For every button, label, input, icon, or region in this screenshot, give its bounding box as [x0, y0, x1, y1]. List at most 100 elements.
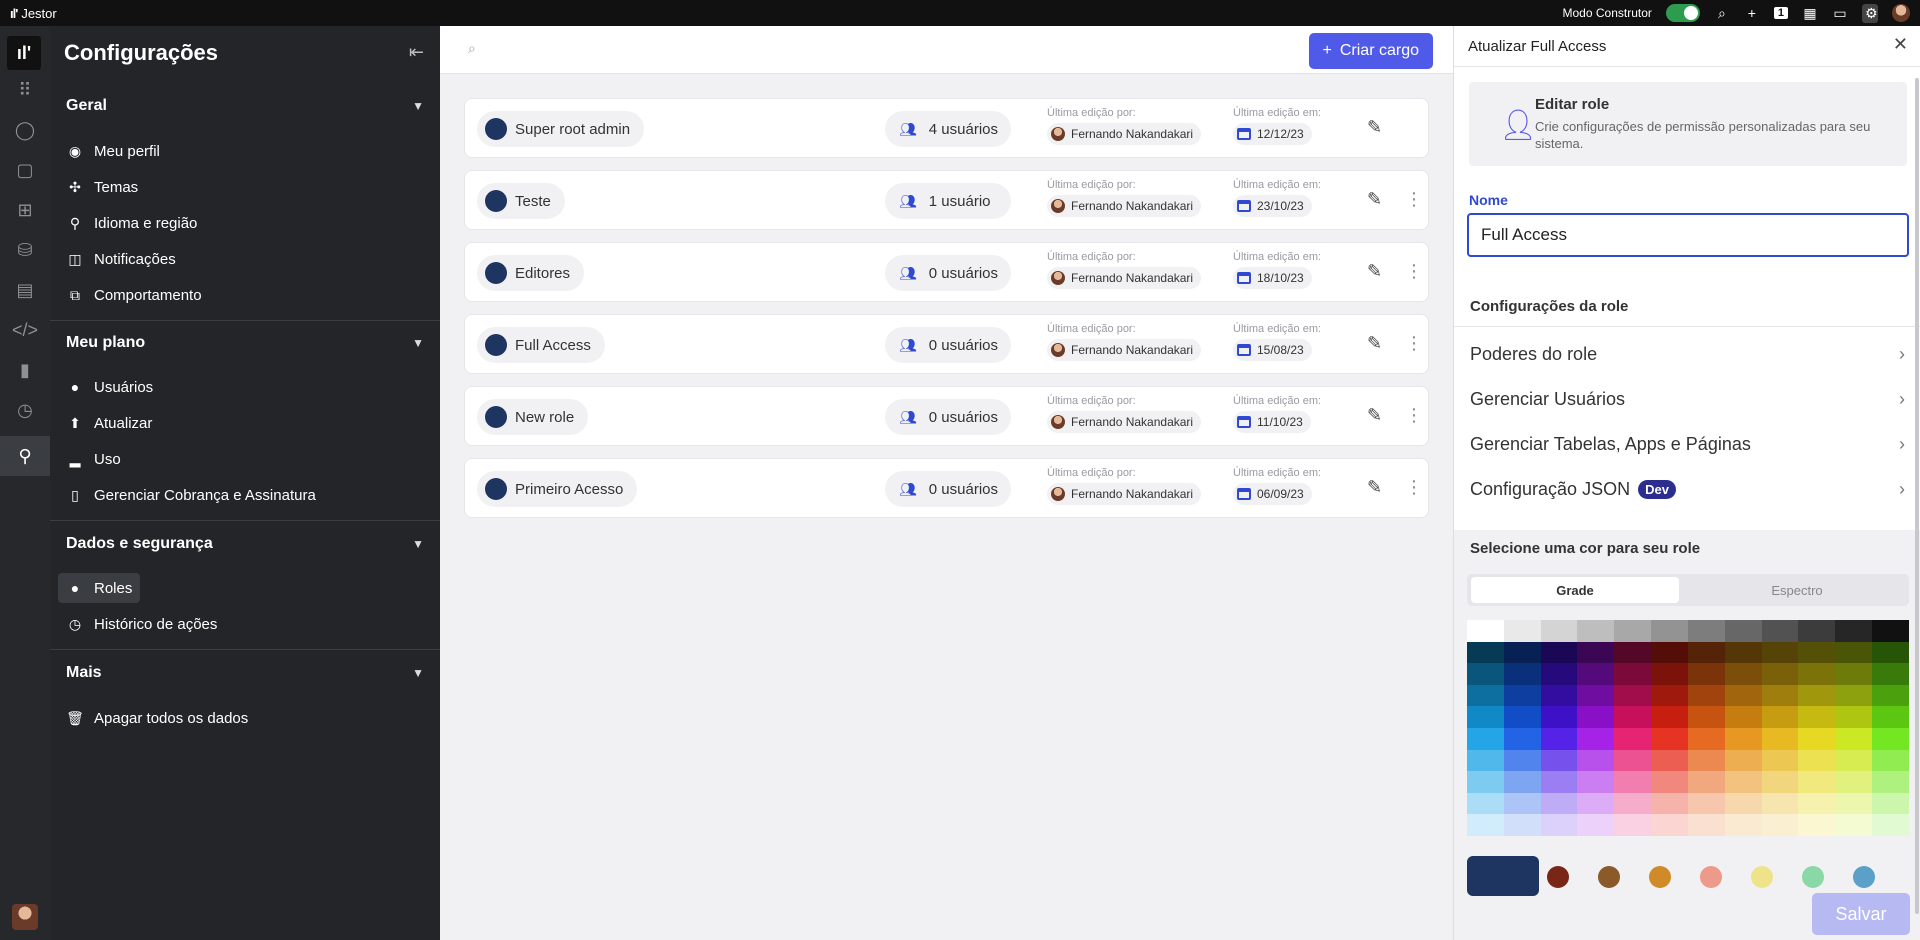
role-name-pill[interactable]: Primeiro Acesso: [477, 471, 638, 507]
role-card[interactable]: Teste 👥︎ 1 usuário Última edição por: Fe…: [464, 170, 1429, 230]
chat-icon[interactable]: ▭: [1832, 5, 1848, 22]
color-cell[interactable]: [1467, 641, 1504, 664]
user-avatar[interactable]: [1892, 4, 1910, 22]
color-cell[interactable]: [1577, 771, 1615, 793]
color-cell[interactable]: [1761, 814, 1799, 836]
color-cell[interactable]: [1651, 749, 1688, 772]
color-cell[interactable]: [1798, 706, 1836, 728]
color-cell[interactable]: [1761, 728, 1799, 750]
color-cell[interactable]: [1798, 814, 1836, 836]
search-bar[interactable]: ⌕ + Criar cargo: [440, 26, 1453, 74]
color-cell[interactable]: [1577, 620, 1615, 642]
notifications-count-badge[interactable]: 1: [1773, 7, 1788, 19]
workspace-logo[interactable]: ıl': [7, 36, 41, 70]
color-cell[interactable]: [1651, 684, 1688, 707]
role-card[interactable]: Editores 👥︎ 0 usuários Última edição por…: [464, 242, 1429, 302]
chat-icon[interactable]: ▢: [0, 150, 50, 190]
more-options-icon[interactable]: ⋮: [1405, 189, 1423, 210]
color-cell[interactable]: [1724, 728, 1762, 750]
color-cell[interactable]: [1835, 792, 1873, 815]
tasks-check-icon[interactable]: ◯: [0, 110, 50, 150]
color-cell[interactable]: [1761, 706, 1799, 728]
menu-item-usuarios[interactable]: ● Usuários: [58, 372, 161, 402]
section-meu-plano[interactable]: Meu plano ▼: [50, 325, 440, 361]
menu-item-roles[interactable]: ● Roles: [58, 573, 141, 603]
color-cell[interactable]: [1761, 792, 1799, 815]
color-cell[interactable]: [1798, 771, 1836, 793]
color-cell[interactable]: [1798, 641, 1836, 664]
color-cell[interactable]: [1614, 641, 1652, 664]
color-cell[interactable]: [1540, 728, 1578, 750]
menu-item-idioma[interactable]: ⚲ Idioma e região: [58, 208, 205, 238]
color-cell[interactable]: [1724, 792, 1762, 815]
color-swatch[interactable]: [1751, 866, 1773, 888]
code-icon[interactable]: </>: [0, 310, 50, 350]
color-cell[interactable]: [1835, 620, 1873, 642]
role-card[interactable]: New role 👥︎ 0 usuários Última edição por…: [464, 386, 1429, 446]
color-cell[interactable]: [1761, 771, 1799, 793]
color-cell[interactable]: [1503, 749, 1541, 772]
flow-icon[interactable]: ⊞: [0, 190, 50, 230]
brand[interactable]: ıl' Jestor: [10, 6, 57, 21]
color-cell[interactable]: [1835, 771, 1873, 793]
color-cell[interactable]: [1467, 684, 1504, 707]
color-cell[interactable]: [1835, 663, 1873, 685]
more-options-icon[interactable]: ⋮: [1405, 405, 1423, 426]
color-cell[interactable]: [1577, 728, 1615, 750]
color-cell[interactable]: [1540, 641, 1578, 664]
color-cell[interactable]: [1872, 792, 1909, 815]
color-cell[interactable]: [1798, 684, 1836, 707]
role-users-pill[interactable]: 👥︎ 0 usuários: [885, 255, 1011, 291]
color-cell[interactable]: [1577, 684, 1615, 707]
role-name-input[interactable]: [1467, 213, 1909, 257]
color-cell[interactable]: [1540, 749, 1578, 772]
color-cell[interactable]: [1724, 771, 1762, 793]
more-options-icon[interactable]: ⋮: [1405, 261, 1423, 282]
role-users-pill[interactable]: 👥︎ 4 usuários: [885, 111, 1011, 147]
color-cell[interactable]: [1577, 792, 1615, 815]
color-cell[interactable]: [1503, 620, 1541, 642]
color-cell[interactable]: [1614, 814, 1652, 836]
color-cell[interactable]: [1467, 814, 1504, 836]
color-cell[interactable]: [1614, 728, 1652, 750]
color-cell[interactable]: [1761, 749, 1799, 772]
color-cell[interactable]: [1761, 684, 1799, 707]
config-row-usuarios[interactable]: Gerenciar Usuários ›: [1454, 377, 1920, 422]
dashboard-icon[interactable]: ⠿: [0, 70, 50, 110]
edit-pencil-icon[interactable]: ✎: [1367, 261, 1382, 282]
color-cell[interactable]: [1687, 641, 1725, 664]
color-cell[interactable]: [1651, 620, 1688, 642]
color-cell[interactable]: [1724, 814, 1762, 836]
color-cell[interactable]: [1503, 728, 1541, 750]
color-cell[interactable]: [1503, 771, 1541, 793]
color-cell[interactable]: [1503, 641, 1541, 664]
role-card[interactable]: Primeiro Acesso 👥︎ 0 usuários Última edi…: [464, 458, 1429, 518]
color-cell[interactable]: [1577, 663, 1615, 685]
menu-item-cobranca[interactable]: ▯ Gerenciar Cobrança e Assinatura: [58, 480, 324, 510]
search-icon[interactable]: ⌕: [1714, 5, 1730, 22]
profile-avatar[interactable]: [12, 904, 38, 930]
builder-mode-toggle[interactable]: [1665, 4, 1700, 22]
color-cell[interactable]: [1540, 814, 1578, 836]
config-row-poderes[interactable]: Poderes do role ›: [1454, 332, 1920, 377]
color-cell[interactable]: [1614, 684, 1652, 707]
color-cell[interactable]: [1614, 706, 1652, 728]
color-cell[interactable]: [1614, 792, 1652, 815]
color-swatch[interactable]: [1598, 866, 1620, 888]
color-cell[interactable]: [1540, 620, 1578, 642]
color-cell[interactable]: [1761, 641, 1799, 664]
layout-icon[interactable]: ▤: [0, 270, 50, 310]
color-cell[interactable]: [1467, 663, 1504, 685]
color-cell[interactable]: [1503, 706, 1541, 728]
edit-pencil-icon[interactable]: ✎: [1367, 117, 1382, 138]
color-cell[interactable]: [1540, 706, 1578, 728]
color-cell[interactable]: [1467, 749, 1504, 772]
color-cell[interactable]: [1798, 728, 1836, 750]
role-name-pill[interactable]: Teste: [477, 183, 565, 219]
tools-icon[interactable]: ⚲: [0, 436, 50, 476]
color-cell[interactable]: [1835, 749, 1873, 772]
color-cell[interactable]: [1798, 792, 1836, 815]
color-cell[interactable]: [1614, 749, 1652, 772]
color-cell[interactable]: [1724, 749, 1762, 772]
menu-item-meu-perfil[interactable]: ◉ Meu perfil: [58, 136, 168, 166]
